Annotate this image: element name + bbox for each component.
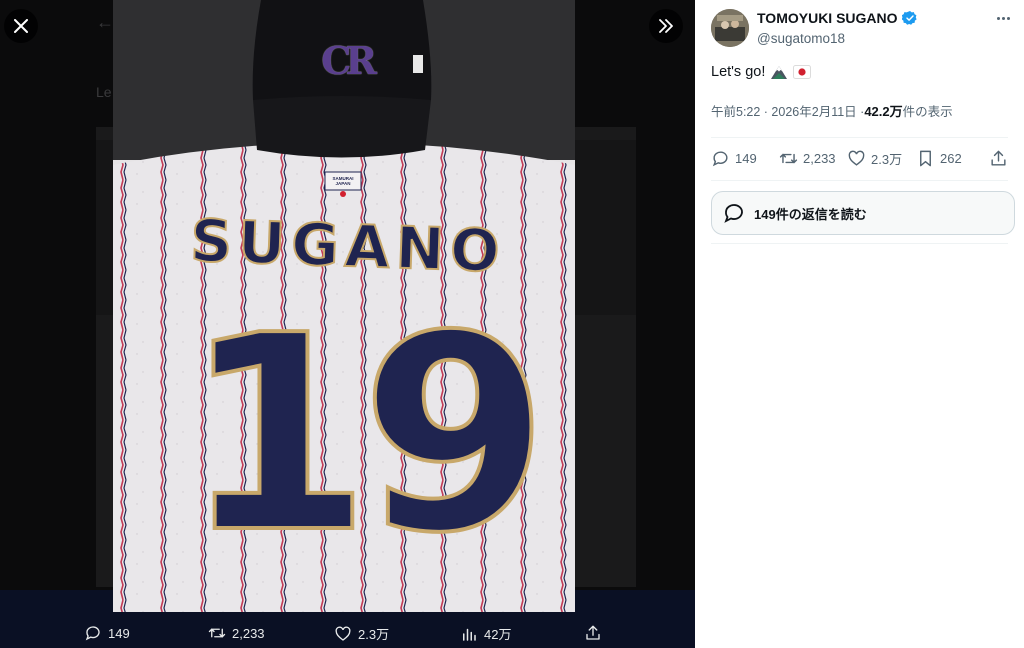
- author-name-row[interactable]: TOMOYUKI SUGANO: [757, 10, 918, 26]
- viewer-like-count: 2.3万: [358, 627, 390, 642]
- retweet-count: 2,233: [803, 151, 836, 166]
- share-icon: [991, 150, 1006, 166]
- japan-flag-emoji-icon: [793, 65, 812, 79]
- jersey-name: SUGANO: [188, 206, 507, 287]
- retweet-icon: [208, 628, 226, 638]
- analytics-icon: [463, 628, 476, 641]
- close-icon: [14, 19, 28, 33]
- double-chevron-right-icon: [659, 19, 673, 33]
- viewer-retweet-button[interactable]: 2,233: [208, 624, 265, 642]
- jersey-patch: SAMURAI JAPAN: [332, 176, 354, 186]
- reply-icon: [85, 626, 100, 641]
- viewer-views-button[interactable]: 42万: [460, 624, 511, 643]
- retweet-button[interactable]: 2,233: [779, 149, 836, 168]
- views-label: 件の表示: [902, 105, 953, 119]
- viewer-retweet-count: 2,233: [232, 625, 265, 641]
- heart-icon: [335, 626, 351, 641]
- more-dot-icon: [1006, 16, 1010, 20]
- reply-count: 149: [735, 151, 757, 166]
- verified-badge-icon: [901, 11, 917, 25]
- tweet-panel: TOMOYUKI SUGANO @sugatomo18 Let's go! 午前…: [695, 0, 1024, 648]
- mountain-emoji-icon: [771, 66, 788, 79]
- viewer-reply-count: 149: [108, 625, 130, 641]
- more-options-button[interactable]: [992, 10, 1014, 26]
- close-button[interactable]: [4, 9, 38, 43]
- tweet-actions: 149 2,233 2.3万 262: [711, 149, 1009, 171]
- tweet-photo[interactable]: CR SAMURAI JAPAN SUGANO 19: [113, 0, 575, 612]
- read-replies-label: 149件の返信を読む: [754, 206, 867, 222]
- jersey-number: 19: [181, 277, 551, 592]
- tweet-text-row: Let's go!: [711, 64, 812, 80]
- viewer-like-button[interactable]: 2.3万: [334, 624, 389, 643]
- divider: [711, 180, 1008, 181]
- media-viewer: ← Le CR SAMURAI JAPAN SUGANO 19 149 2,23…: [0, 0, 695, 648]
- tweet-timestamp[interactable]: 午前5:22 · 2026年2月11日 ·: [711, 101, 864, 120]
- back-arrow-ghost-icon: ←: [96, 12, 114, 32]
- reply-icon: [712, 151, 728, 167]
- divider: [711, 243, 1008, 244]
- retweet-icon: [779, 153, 798, 164]
- share-button[interactable]: [989, 149, 1008, 168]
- background-ghost-text: Le: [96, 84, 112, 100]
- tweet-meta: 午前5:22 · 2026年2月11日 · 42.2万 件の表示: [711, 101, 953, 120]
- viewer-reply-button[interactable]: 149: [84, 624, 130, 642]
- avatar[interactable]: [711, 9, 749, 47]
- reply-bubble-icon: [724, 204, 743, 223]
- author-name[interactable]: TOMOYUKI SUGANO: [757, 10, 898, 26]
- bookmark-icon: [920, 150, 931, 167]
- cap-logo: CR: [321, 38, 377, 83]
- more-dot-icon: [1001, 16, 1005, 20]
- reply-button[interactable]: 149: [711, 149, 757, 168]
- like-button[interactable]: 2.3万: [847, 149, 902, 168]
- tweet-text: Let's go!: [711, 64, 766, 80]
- bookmark-count: 262: [940, 151, 962, 166]
- bookmark-button[interactable]: 262: [916, 149, 962, 168]
- like-count: 2.3万: [871, 152, 903, 167]
- share-icon: [586, 625, 600, 640]
- views-count: 42.2万: [864, 104, 903, 119]
- divider: [711, 137, 1008, 138]
- heart-icon: [848, 150, 865, 166]
- author-handle[interactable]: @sugatomo18: [757, 31, 845, 46]
- viewer-views-count: 42万: [484, 627, 512, 642]
- more-dot-icon: [996, 16, 1000, 20]
- expand-panel-button[interactable]: [649, 9, 683, 43]
- viewer-share-button[interactable]: [584, 624, 602, 642]
- read-replies-button[interactable]: 149件の返信を読む: [711, 191, 1015, 235]
